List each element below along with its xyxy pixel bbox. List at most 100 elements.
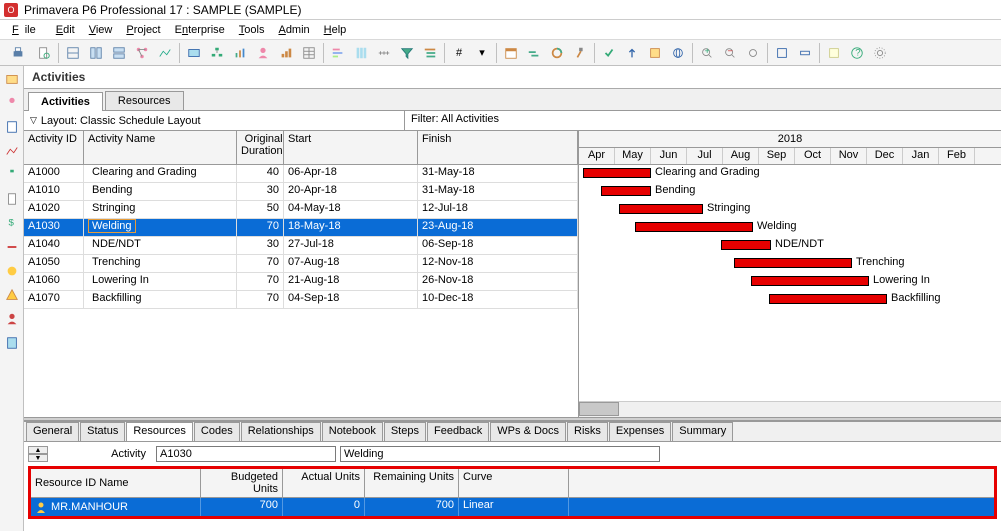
- network-icon[interactable]: [131, 42, 153, 64]
- table-row[interactable]: A1050Trenching7007-Aug-1812-Nov-18: [24, 255, 578, 273]
- schedule-icon[interactable]: [500, 42, 522, 64]
- tab-resources[interactable]: Resources: [105, 91, 184, 110]
- commit-icon[interactable]: [598, 42, 620, 64]
- wbs-icon[interactable]: [206, 42, 228, 64]
- trace-icon[interactable]: [154, 42, 176, 64]
- gantt-bar[interactable]: [583, 168, 651, 178]
- activity-id-field[interactable]: [156, 446, 336, 462]
- spreadsheet-icon[interactable]: [298, 42, 320, 64]
- expand-icon[interactable]: [771, 42, 793, 64]
- menu-help[interactable]: Help: [318, 22, 353, 38]
- gantt-scrollbar[interactable]: [579, 401, 1001, 417]
- side-risk-icon[interactable]: [3, 286, 21, 304]
- zoom-in-icon[interactable]: +: [696, 42, 718, 64]
- resource-row[interactable]: MR.MANHOUR 700 0 700 Linear: [31, 498, 994, 516]
- activity-spinner[interactable]: ▲▼: [28, 446, 48, 462]
- columns-icon[interactable]: [350, 42, 372, 64]
- col-activity-name[interactable]: Activity Name: [84, 131, 237, 164]
- arrow-down-icon[interactable]: ▾: [471, 42, 493, 64]
- rcol-name[interactable]: Resource ID Name: [31, 469, 201, 497]
- activity-name-field[interactable]: [340, 446, 660, 462]
- gantt-bar[interactable]: [769, 294, 887, 304]
- menu-tools[interactable]: Tools: [233, 22, 271, 38]
- menu-edit[interactable]: Edit: [50, 22, 81, 38]
- table-row[interactable]: A1040NDE/NDT3027-Jul-1806-Sep-18: [24, 237, 578, 255]
- print-preview-icon[interactable]: [33, 42, 55, 64]
- store-icon[interactable]: [644, 42, 666, 64]
- col-finish[interactable]: Finish: [418, 131, 578, 164]
- side-user-icon[interactable]: [3, 310, 21, 328]
- detail-tab-relationships[interactable]: Relationships: [241, 422, 321, 441]
- gantt-bar[interactable]: [734, 258, 852, 268]
- print-icon[interactable]: [4, 42, 32, 64]
- side-thresh-icon[interactable]: [3, 238, 21, 256]
- rcol-actual[interactable]: Actual Units: [283, 469, 365, 497]
- note-icon[interactable]: [823, 42, 845, 64]
- gantt-bar[interactable]: [619, 204, 703, 214]
- layout-icon-2[interactable]: [85, 42, 107, 64]
- side-resources-icon[interactable]: [3, 94, 21, 112]
- timescale-icon[interactable]: [373, 42, 395, 64]
- collapse-icon[interactable]: [794, 42, 816, 64]
- detail-tab-notebook[interactable]: Notebook: [322, 422, 383, 441]
- menu-admin[interactable]: Admin: [272, 22, 315, 38]
- detail-tab-codes[interactable]: Codes: [194, 422, 240, 441]
- group-icon[interactable]: [419, 42, 441, 64]
- table-row[interactable]: A1070Backfilling7004-Sep-1810-Dec-18: [24, 291, 578, 309]
- side-exp-icon[interactable]: $: [3, 214, 21, 232]
- activity-icon[interactable]: [183, 42, 205, 64]
- hash-icon[interactable]: #: [448, 42, 470, 64]
- col-start[interactable]: Start: [284, 131, 418, 164]
- rcol-curve[interactable]: Curve: [459, 469, 569, 497]
- resource-icon[interactable]: [252, 42, 274, 64]
- hammer-icon[interactable]: [569, 42, 591, 64]
- side-tracking-icon[interactable]: [3, 142, 21, 160]
- detail-tab-resources[interactable]: Resources: [126, 422, 193, 441]
- table-row[interactable]: A1010Bending3020-Apr-1831-May-18: [24, 183, 578, 201]
- table-row[interactable]: A1030Welding7018-May-1823-Aug-18: [24, 219, 578, 237]
- zoom-fit-icon[interactable]: [742, 42, 764, 64]
- publish-icon[interactable]: [621, 42, 643, 64]
- level-icon[interactable]: [523, 42, 545, 64]
- settings-icon[interactable]: [869, 42, 891, 64]
- chart-icon[interactable]: [229, 42, 251, 64]
- detail-tab-expenses[interactable]: Expenses: [609, 422, 671, 441]
- detail-tab-summary[interactable]: Summary: [672, 422, 733, 441]
- gantt-bar[interactable]: [601, 186, 651, 196]
- side-doc-icon[interactable]: [3, 190, 21, 208]
- table-row[interactable]: A1000Clearing and Grading4006-Apr-1831-M…: [24, 165, 578, 183]
- layout-icon-1[interactable]: [62, 42, 84, 64]
- table-row[interactable]: A1020Stringing5004-May-1812-Jul-18: [24, 201, 578, 219]
- side-wbs-icon[interactable]: [3, 166, 21, 184]
- menu-project[interactable]: Project: [120, 22, 166, 38]
- gantt-bar[interactable]: [635, 222, 753, 232]
- col-activity-id[interactable]: Activity ID: [24, 131, 84, 164]
- side-issue-icon[interactable]: [3, 262, 21, 280]
- gantt-bar[interactable]: [721, 240, 771, 250]
- tab-activities[interactable]: Activities: [28, 92, 103, 111]
- layout-icon-3[interactable]: [108, 42, 130, 64]
- zoom-out-icon[interactable]: −: [719, 42, 741, 64]
- side-reports-icon[interactable]: [3, 118, 21, 136]
- menu-file[interactable]: File: [6, 22, 48, 38]
- filter-icon[interactable]: [396, 42, 418, 64]
- menu-view[interactable]: View: [83, 22, 119, 38]
- side-projects-icon[interactable]: [3, 70, 21, 88]
- table-row[interactable]: A1060Lowering In7021-Aug-1826-Nov-18: [24, 273, 578, 291]
- global-icon[interactable]: [667, 42, 689, 64]
- progress-icon[interactable]: [546, 42, 568, 64]
- col-duration[interactable]: Original Duration: [237, 131, 284, 164]
- layout-dropdown[interactable]: Layout: Classic Schedule Layout: [24, 111, 405, 130]
- help-icon[interactable]: ?: [846, 42, 868, 64]
- detail-tab-status[interactable]: Status: [80, 422, 125, 441]
- bars-icon[interactable]: [327, 42, 349, 64]
- detail-tab-risks[interactable]: Risks: [567, 422, 608, 441]
- menu-enterprise[interactable]: Enterprise: [169, 22, 231, 38]
- rcol-budgeted[interactable]: Budgeted Units: [201, 469, 283, 497]
- gantt-bar[interactable]: [751, 276, 869, 286]
- detail-tab-wps-docs[interactable]: WPs & Docs: [490, 422, 566, 441]
- profile-icon[interactable]: [275, 42, 297, 64]
- detail-tab-general[interactable]: General: [26, 422, 79, 441]
- detail-tab-feedback[interactable]: Feedback: [427, 422, 489, 441]
- detail-tab-steps[interactable]: Steps: [384, 422, 426, 441]
